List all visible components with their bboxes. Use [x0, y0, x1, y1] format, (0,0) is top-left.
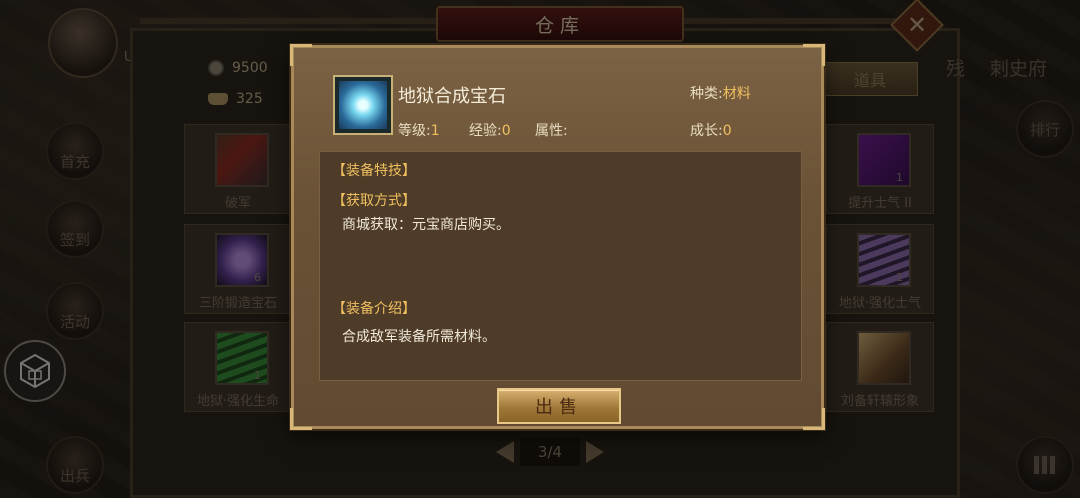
item-level: 等级:1 [398, 120, 440, 140]
attr-label: 属性: [535, 123, 568, 139]
type-value: 材料 [722, 86, 751, 102]
item-growth: 成长:0 [690, 120, 732, 140]
exp-value: 0 [501, 123, 511, 139]
item-name: 地狱合成宝石 [398, 86, 506, 107]
source-text: 商城获取：元宝商店购买。 [342, 217, 510, 233]
level-value: 1 [430, 123, 440, 139]
item-type: 种类:材料 [690, 83, 751, 103]
sell-button[interactable]: 出售 [497, 388, 621, 424]
item-exp: 经验:0 [469, 120, 511, 140]
corner-ornament [290, 408, 312, 430]
exp-label: 经验: [469, 123, 502, 139]
corner-ornament [290, 44, 312, 66]
corner-ornament [803, 408, 825, 430]
item-description-panel: 【装备特技】 【获取方式】 商城获取：元宝商店购买。 【装备介绍】 合成敌军装备… [319, 151, 802, 381]
type-label: 种类: [690, 86, 723, 102]
corner-ornament [803, 44, 825, 66]
item-detail-dialog: 地狱合成宝石 种类:材料 等级:1 经验:0 属性: 成长:0 【装备特技】 【… [290, 44, 825, 430]
intro-section-title: 【装备介绍】 [332, 301, 416, 317]
source-section-title: 【获取方式】 [332, 193, 416, 209]
level-label: 等级: [398, 123, 431, 139]
skill-section-title: 【装备特技】 [332, 163, 416, 179]
growth-label: 成长: [690, 123, 723, 139]
intro-text: 合成敌军装备所需材料。 [342, 329, 496, 345]
growth-value: 0 [722, 123, 732, 139]
gem-icon [333, 75, 393, 135]
item-attr: 属性: [535, 120, 568, 140]
